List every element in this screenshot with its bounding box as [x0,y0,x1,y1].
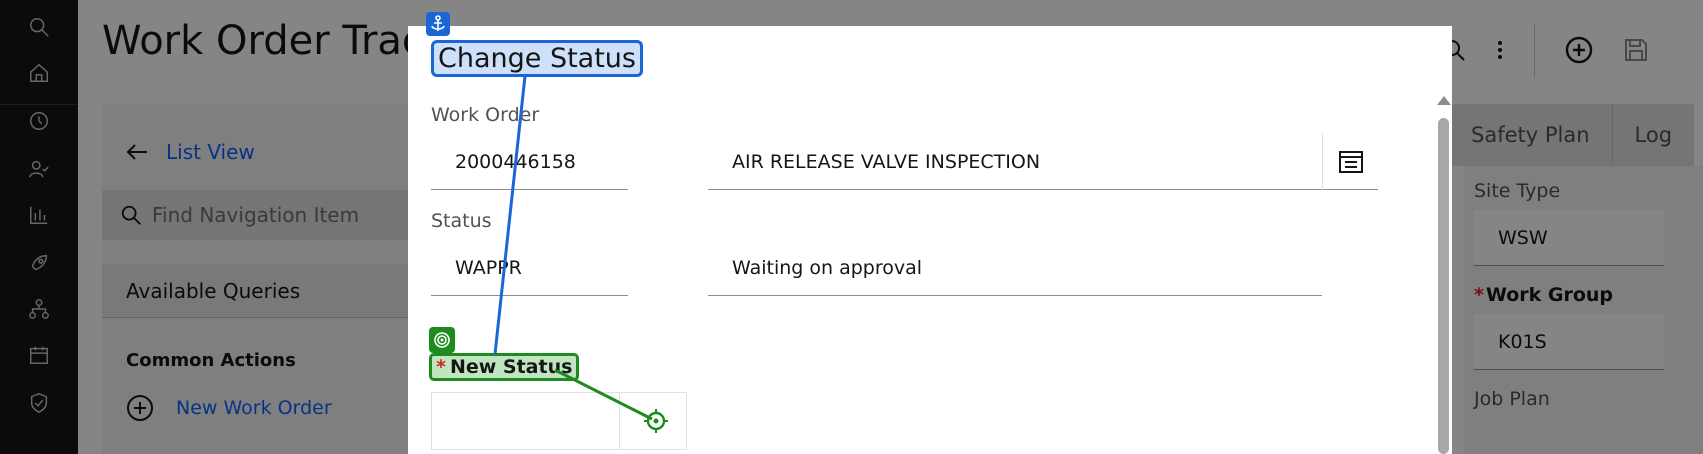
new-status-input[interactable] [431,392,620,450]
change-status-dialog: Change Status Work Order 2000446158 AIR … [408,12,1452,454]
anchor-icon [426,12,450,36]
scroll-thumb[interactable] [1438,118,1449,454]
new-status-lookup-button[interactable] [620,392,687,450]
target-icon [429,327,455,353]
work-order-number-field[interactable]: 2000446158 [431,134,628,190]
long-description-button[interactable] [1322,134,1378,190]
status-code-field: WAPPR [431,240,628,296]
dialog-scrollbar[interactable] [1435,96,1452,454]
work-order-label: Work Order [431,104,540,126]
status-label: Status [431,210,492,232]
dialog-title: Change Status [431,40,643,77]
new-status-label: * New Status [429,353,580,381]
required-marker: * [436,356,446,378]
scroll-up-arrow[interactable] [1437,96,1451,105]
long-description-icon [1338,151,1363,173]
status-description-field: Waiting on approval [708,240,1322,296]
new-status-label-text: New Status [449,356,573,378]
work-order-description-field[interactable]: AIR RELEASE VALVE INSPECTION [708,134,1378,190]
